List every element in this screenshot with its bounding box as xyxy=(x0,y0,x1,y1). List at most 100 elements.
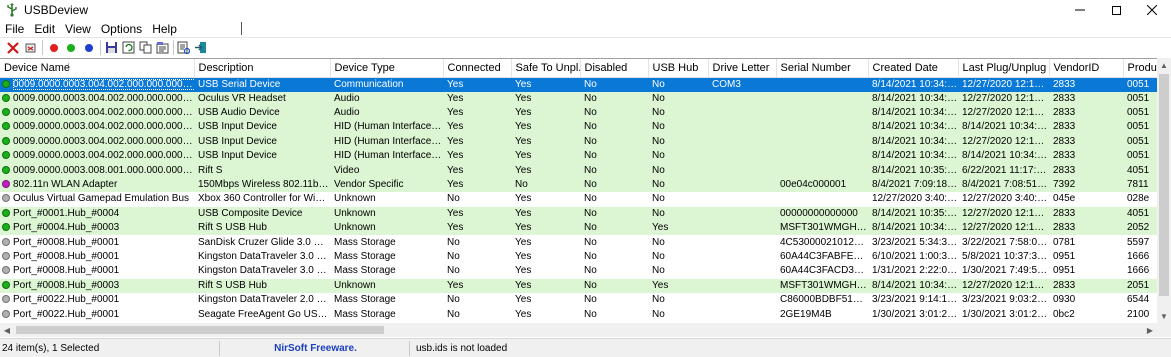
disable-enable-button[interactable] xyxy=(81,40,96,55)
green-dot-icon xyxy=(66,43,75,52)
cell-device-name: Port_#0022.Hub_#0001 xyxy=(0,307,194,322)
cell-serial-number xyxy=(776,163,868,178)
cell-product-id: 0051 xyxy=(1123,105,1157,121)
scroll-right-arrow-icon[interactable]: ▶ xyxy=(1143,323,1157,337)
table-row[interactable]: Port_#0008.Hub_#0001 Kingston DataTravele… xyxy=(0,249,1157,265)
cell-description: 150Mbps Wireless 802.11bgn ... xyxy=(194,177,330,193)
disable-button[interactable] xyxy=(46,40,61,55)
table-row[interactable]: Port_#0001.Hub_#0004 USB Composite Device… xyxy=(0,206,1157,222)
table-row[interactable]: 0009.0000.0003.004.002.000.000.000.000 US… xyxy=(0,149,1157,164)
window-title: USBDeview xyxy=(24,3,89,17)
table-row[interactable]: 0009.0000.0003.004.002.000.000.000.000 US… xyxy=(0,120,1157,135)
column-header-last-plug-unplug[interactable]: Last Plug/Unplug ... xyxy=(958,59,1050,78)
column-header-vendor-id[interactable]: VendorID xyxy=(1049,59,1124,78)
scroll-up-arrow-icon[interactable]: ▲ xyxy=(1157,58,1171,72)
maximize-button[interactable] xyxy=(1096,0,1136,20)
html-report-button[interactable] xyxy=(176,40,191,55)
cell-drive-letter xyxy=(708,278,776,293)
table-row[interactable]: Port_#0008.Hub_#0001 Kingston DataTravele… xyxy=(0,264,1157,279)
cell-serial-number: 2GE19M4B xyxy=(776,307,868,322)
cell-last-plug-unplug: 1/30/2021 7:49:59 ... xyxy=(958,264,1049,279)
minimize-button[interactable] xyxy=(1060,0,1100,20)
vertical-scrollbar[interactable]: ▲ ▼ xyxy=(1157,58,1171,323)
table-row[interactable]: 802.11n WLAN Adapter 150Mbps Wireless 802… xyxy=(0,177,1157,193)
table-row-selected[interactable]: 0009.0000.0003.004.002.000.000.000.000 US… xyxy=(0,77,1157,92)
column-header-serial-number[interactable]: Serial Number xyxy=(776,59,869,78)
cell-serial-number: 00e04c000001 xyxy=(776,177,868,193)
cell-device-type: Communication xyxy=(330,77,443,92)
copy-button[interactable] xyxy=(138,40,153,55)
cell-product-id: 2052 xyxy=(1123,221,1157,236)
exit-button[interactable] xyxy=(193,40,208,55)
column-header-disabled[interactable]: Disabled xyxy=(580,59,649,78)
menu-edit[interactable]: Edit xyxy=(29,21,60,37)
table-row[interactable]: 0009.0000.0003.008.001.000.000.000.000 Ri… xyxy=(0,163,1157,178)
column-header-connected[interactable]: Connected xyxy=(443,59,512,78)
cell-device-type: HID (Human Interface D... xyxy=(330,120,443,135)
disconnect-button[interactable] xyxy=(23,40,38,55)
table-row[interactable]: Port_#0022.Hub_#0001 Kingston DataTravele… xyxy=(0,292,1157,308)
cell-safe-to-unplug: Yes xyxy=(511,206,580,222)
cell-created-date: 3/23/2021 5:34:35 ... xyxy=(868,235,958,250)
scroll-down-arrow-icon[interactable]: ▼ xyxy=(1157,309,1171,323)
cell-connected: Yes xyxy=(443,278,511,293)
device-status-dot-icon xyxy=(2,79,10,88)
cell-vendor-id: 2833 xyxy=(1049,221,1123,236)
cell-disabled: No xyxy=(580,292,648,308)
menu-options[interactable]: Options xyxy=(96,21,147,37)
device-status-dot-icon xyxy=(2,151,10,160)
minimize-icon xyxy=(1075,9,1085,11)
enable-button[interactable] xyxy=(63,40,78,55)
cell-vendor-id: 0951 xyxy=(1049,264,1123,279)
table-row[interactable]: 0009.0000.0003.004.002.000.000.000.000 Oc… xyxy=(0,91,1157,106)
column-header-description[interactable]: Description xyxy=(194,59,331,78)
cell-device-type: Audio xyxy=(330,105,443,121)
column-header-usb-hub[interactable]: USB Hub xyxy=(648,59,709,78)
table-row[interactable]: Port_#0022.Hub_#0001 Seagate FreeAgent Go… xyxy=(0,307,1157,322)
column-header-label: Device Name xyxy=(4,61,71,74)
delete-button[interactable] xyxy=(5,40,20,55)
cell-description: USB Serial Device xyxy=(194,77,330,92)
column-header-device-type[interactable]: Device Type xyxy=(330,59,444,78)
close-button[interactable] xyxy=(1132,0,1171,20)
menu-view[interactable]: View xyxy=(60,21,96,37)
nirsoft-link[interactable]: NirSoft Freeware. http://www.nirsoft.net xyxy=(222,341,410,356)
text-cursor-icon xyxy=(241,22,242,35)
table-row[interactable]: Port_#0004.Hub_#0003 Rift S USB Hub Unknow… xyxy=(0,221,1157,236)
column-header-device-name[interactable]: Device Name / xyxy=(0,59,195,78)
cell-disabled: No xyxy=(580,134,648,150)
column-header-safe-to-unplug[interactable]: Safe To Unpl... xyxy=(511,59,581,78)
cell-last-plug-unplug: 12/27/2020 12:13:5... xyxy=(958,77,1049,92)
table-row[interactable]: 0009.0000.0003.004.002.000.000.000.000 US… xyxy=(0,105,1157,121)
table-row[interactable]: 0009.0000.0003.004.002.000.000.000.000 US… xyxy=(0,134,1157,150)
scroll-left-arrow-icon[interactable]: ◀ xyxy=(0,323,14,337)
table-row[interactable]: Port_#0008.Hub_#0001 SanDisk Cruzer Glide… xyxy=(0,235,1157,250)
cell-vendor-id: 2833 xyxy=(1049,278,1123,293)
table-row[interactable]: Oculus Virtual Gamepad Emulation Bus Xbox… xyxy=(0,192,1157,207)
column-header-created-date[interactable]: Created Date xyxy=(868,59,959,78)
cell-connected: Yes xyxy=(443,221,511,236)
horizontal-scrollbar[interactable]: ◀ ▶ xyxy=(0,323,1157,337)
cell-vendor-id: 2833 xyxy=(1049,120,1123,135)
disconnect-icon xyxy=(25,43,36,53)
cell-safe-to-unplug: Yes xyxy=(511,278,580,293)
column-header-product-id[interactable]: Produ xyxy=(1123,59,1157,78)
table-row[interactable]: Port_#0008.Hub_#0003 Rift S USB Hub Unknow… xyxy=(0,278,1157,293)
horizontal-scroll-thumb[interactable] xyxy=(16,326,384,334)
vertical-scroll-thumb[interactable] xyxy=(1159,74,1169,296)
cell-vendor-id: 0930 xyxy=(1049,292,1123,308)
cell-disabled: No xyxy=(580,149,648,164)
cell-serial-number xyxy=(776,192,868,207)
save-button[interactable] xyxy=(104,40,119,55)
column-header-drive-letter[interactable]: Drive Letter xyxy=(708,59,777,78)
properties-button[interactable] xyxy=(155,40,170,55)
menu-help[interactable]: Help xyxy=(147,21,182,37)
refresh-button[interactable] xyxy=(121,40,136,55)
device-list[interactable]: Device Name / Description Device Type Con… xyxy=(0,58,1157,323)
cell-drive-letter xyxy=(708,264,776,279)
cell-device-type: Unknown xyxy=(330,206,443,222)
menu-file[interactable]: File xyxy=(0,21,29,37)
cell-disabled: No xyxy=(580,206,648,222)
cell-description: Seagate FreeAgent Go USB De... xyxy=(194,307,330,322)
cell-drive-letter xyxy=(708,91,776,106)
